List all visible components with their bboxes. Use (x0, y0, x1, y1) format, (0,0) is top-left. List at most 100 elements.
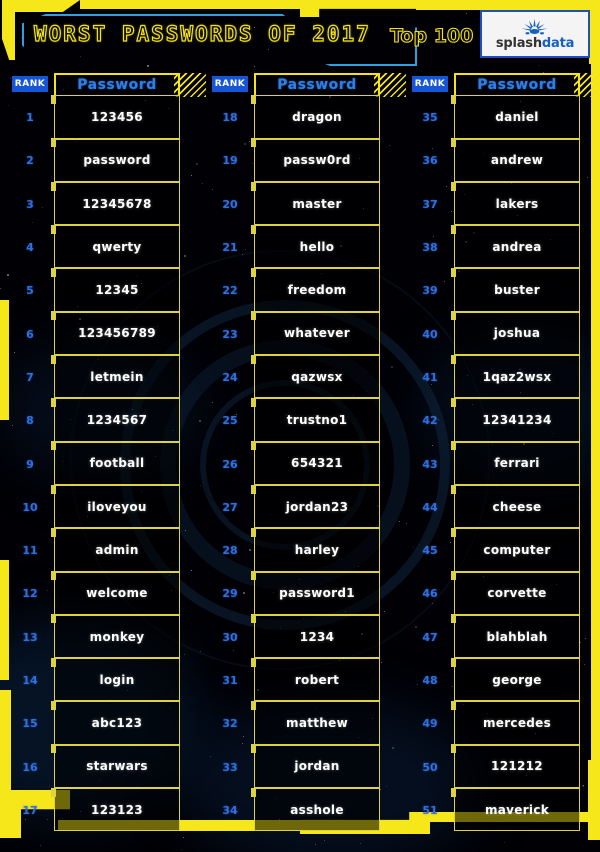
password-value: daniel (495, 109, 539, 124)
row-rank: 47 (422, 630, 438, 644)
rank-column-header: RANK (412, 76, 448, 92)
row-rank: 42 (422, 414, 438, 428)
password-column: RANK Password 35 daniel 36 andrew 37 lakers 38 an… (400, 72, 600, 832)
row-rank: 40 (422, 327, 438, 341)
table-row: 33 jordan (212, 744, 400, 789)
row-rank: 20 (222, 197, 238, 211)
row-rank: 31 (222, 674, 238, 687)
password-cell: cheese (451, 484, 580, 529)
frame-edge-top-right (416, 0, 600, 10)
password-cell: qwerty (51, 224, 180, 269)
password-value: harley (294, 542, 340, 557)
table-row: 23 whatever (212, 311, 400, 356)
password-cell: abc123 (51, 701, 180, 745)
password-cell: buster (451, 268, 580, 312)
row-rank: 49 (422, 717, 438, 731)
table-row: 47 blahblah (412, 614, 600, 659)
password-value: blahblah (486, 629, 548, 644)
table-row: 32 matthew (212, 701, 400, 745)
table-row: 43 ferrari (412, 441, 600, 485)
table-row: 48 george (412, 657, 600, 702)
password-column: RANK Password 18 dragon 19 passw0rd 20 master 21… (200, 72, 406, 832)
table-row: 28 harley (212, 527, 400, 572)
password-value: password1 (279, 586, 355, 601)
password-cell: passw0rd (251, 138, 380, 182)
password-value: 654321 (291, 456, 343, 471)
password-value: welcome (86, 586, 148, 601)
table-row: 21 hello (212, 224, 400, 269)
row-rank: 51 (422, 803, 438, 817)
password-cell: whatever (251, 311, 380, 356)
password-value: computer (483, 542, 551, 557)
password-cell: george (451, 657, 580, 702)
password-value: passw0rd (283, 153, 351, 168)
password-value: dragon (292, 109, 342, 124)
frame-edge-top-step (300, 0, 420, 17)
password-cell: matthew (251, 701, 380, 745)
row-rank: 38 (422, 241, 438, 255)
password-value: joshua (493, 326, 541, 341)
password-column-header-label: Password (277, 77, 357, 93)
password-value: admin (95, 542, 139, 557)
password-value: 123123 (91, 802, 143, 817)
row-rank: 25 (222, 414, 238, 428)
row-rank: 27 (222, 500, 238, 514)
page-title: WORST PASSWORDS OF 2017 (33, 21, 371, 46)
password-column-header-label: Password (77, 77, 157, 93)
password-cell: trustno1 (251, 397, 380, 442)
row-rank: 28 (222, 544, 238, 558)
table-row: 13 monkey (12, 614, 200, 659)
password-cell: harley (251, 527, 380, 572)
password-value: freedom (287, 283, 347, 298)
table-row: 51 maverick (412, 787, 600, 832)
password-cell: 123123 (51, 787, 180, 832)
table-row: 45 computer (412, 527, 600, 572)
table-row: 34 asshole (212, 787, 400, 832)
password-cell: blahblah (451, 614, 580, 659)
row-rank: 50 (422, 760, 438, 774)
row-rank: 11 (22, 544, 38, 558)
frame-corner-top-right (589, 0, 600, 64)
table-row: 27 jordan23 (212, 484, 400, 529)
frame-corner-top-left (2, 4, 15, 60)
row-rank: 16 (22, 760, 38, 774)
table-row: 1 123456 (12, 94, 200, 139)
password-value: 12345678 (82, 196, 152, 211)
row-rank: 2 (26, 154, 34, 168)
password-cell: mercedes (451, 701, 580, 745)
row-rank: 48 (422, 674, 438, 687)
password-value: login (99, 672, 135, 687)
row-rank: 29 (222, 587, 238, 601)
password-value: qwerty (92, 239, 142, 254)
row-rank: 21 (222, 241, 238, 255)
password-cell: 123456 (51, 94, 180, 139)
password-cell: 123456789 (51, 311, 180, 356)
row-rank: 35 (422, 111, 438, 125)
password-cell: monkey (51, 614, 180, 659)
table-row: 46 corvette (412, 571, 600, 615)
password-cell: 1234 (251, 614, 380, 659)
row-rank: 44 (422, 500, 438, 514)
logo-word-data: data (541, 36, 575, 51)
password-cell: qazwsx (251, 354, 380, 399)
password-value: 123456 (91, 109, 143, 124)
password-value: iloveyou (87, 499, 147, 514)
table-row: 18 dragon (212, 94, 400, 139)
table-row: 26 654321 (212, 441, 400, 485)
table-row: 14 login (12, 657, 200, 702)
password-cell: login (51, 657, 180, 702)
password-cell: starwars (51, 744, 180, 789)
row-rank: 41 (422, 370, 438, 384)
password-cell: asshole (251, 787, 380, 832)
column-header: RANK Password (412, 72, 600, 97)
password-column-header-label: Password (477, 77, 557, 93)
password-value: ferrari (494, 456, 540, 471)
table-row: 35 daniel (412, 94, 600, 139)
password-value: andrew (490, 153, 544, 168)
table-row: 10 iloveyou (12, 484, 200, 529)
password-cell: jordan (251, 744, 380, 789)
table-row: 36 andrew (412, 138, 600, 182)
password-cell: andrew (451, 138, 580, 182)
row-rank: 10 (22, 500, 38, 514)
password-cell: corvette (451, 571, 580, 615)
